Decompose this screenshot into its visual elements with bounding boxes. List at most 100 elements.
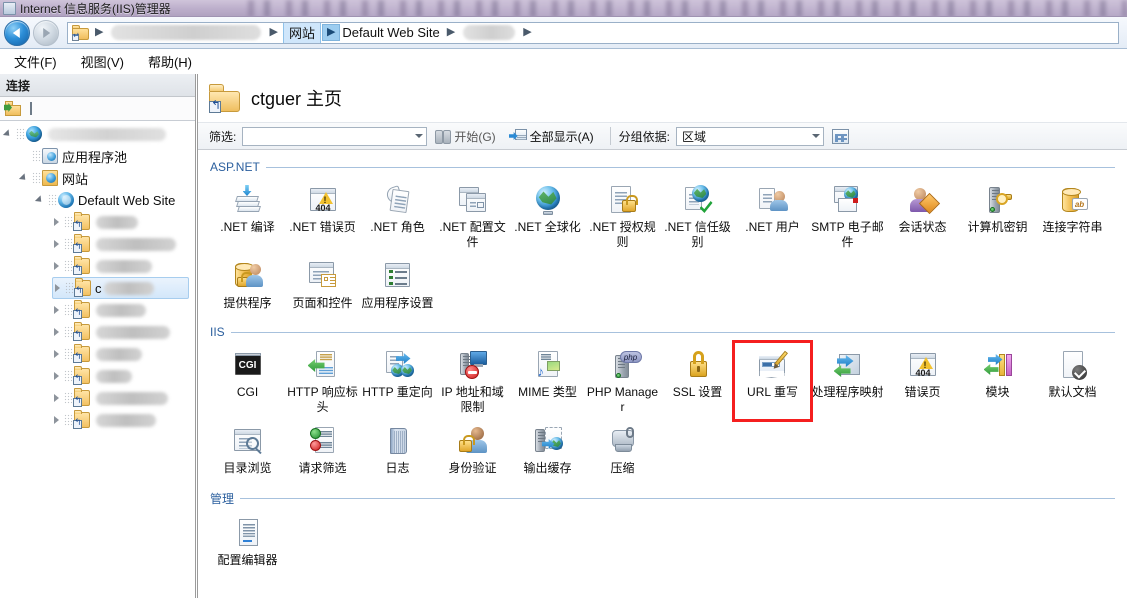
feature-item[interactable]: 压缩 [585,419,660,480]
feature-item-label: CGI [236,385,259,399]
feature-item[interactable]: .NET 配置文件 [435,178,510,254]
feature-item[interactable]: 404 .NET 错误页 [285,178,360,254]
tree-item[interactable] [52,409,189,431]
connect-folder-icon[interactable] [4,101,22,116]
breadcrumb-item-redacted[interactable] [111,25,262,40]
feature-item[interactable]: IP 地址和域限制 [435,343,510,419]
title-bar: Internet 信息服务(IIS)管理器 [0,0,1127,17]
feature-item[interactable]: .NET 角色 [360,178,435,254]
appfolder-icon [73,212,90,231]
tree-item[interactable] [52,299,189,321]
feature-item[interactable]: SSL 设置 [660,343,735,419]
feature-group-header: ASP.NET [210,160,1115,174]
collapse-arrow-icon[interactable] [52,349,62,359]
collapse-arrow-icon[interactable] [53,283,63,293]
breadcrumb-separator-icon[interactable]: ▶ [269,27,277,38]
feature-item[interactable]: 目录浏览 [210,419,285,480]
breadcrumb-separator-icon[interactable]: ▶ [523,27,531,38]
feature-item[interactable]: .NET 用户 [735,178,810,254]
breadcrumb-item-sites[interactable]: 网站 [282,22,321,43]
feature-item[interactable]: SMTP 电子邮件 [810,178,885,254]
feature-item[interactable]: .NET 编译 [210,178,285,254]
collapse-arrow-icon[interactable] [52,393,62,403]
net-authorization-rules-icon [607,184,639,216]
tree-item[interactable] [52,321,189,343]
menu-item-file[interactable]: 文件(F) [4,50,67,73]
filter-input[interactable] [242,126,428,146]
feature-item[interactable]: 输出缓存 [510,419,585,480]
collapse-arrow-icon[interactable] [52,371,62,381]
feature-item[interactable]: 处理程序映射 [810,343,885,419]
feature-item[interactable]: 身份验证 [435,419,510,480]
tree-item[interactable]: 网站 [20,167,189,189]
feature-item-label: .NET 信任级别 [664,220,731,249]
window-title: Internet 信息服务(IIS)管理器 [20,1,171,16]
feature-item[interactable]: 请求筛选 [285,419,360,480]
feature-item[interactable]: 配置编辑器 [210,511,285,572]
breadcrumb[interactable]: ▶ ▶ 网站 ▶ Default Web Site ▶ ▶ [67,21,1119,44]
feature-item[interactable]: 会话状态 [885,178,960,254]
feature-item[interactable]: 模块 [960,343,1035,419]
feature-item[interactable]: 默认文档 [1035,343,1110,419]
feature-item[interactable]: HTTP 响应标头 [285,343,360,419]
feature-item[interactable]: php PHP Manager [585,343,660,419]
tree-item[interactable]: c [52,277,189,299]
feature-item-label: 提供程序 [223,296,272,310]
feature-item[interactable]: ♪ MIME 类型 [510,343,585,419]
connections-tree[interactable]: 应用程序池网站 Default Web Site c [0,121,195,431]
start-filter-button[interactable]: 开始(G) [435,128,501,145]
tree-item[interactable]: 应用程序池 [20,145,189,167]
feature-item[interactable]: 页面和控件 [285,254,360,315]
appfolder-icon [73,300,90,319]
tree-item[interactable] [52,343,189,365]
tree-item[interactable] [52,233,189,255]
collapse-arrow-icon[interactable] [52,305,62,315]
feature-item[interactable]: CGI CGI [210,343,285,419]
collapse-arrow-icon[interactable] [52,415,62,425]
feature-item[interactable]: .NET 授权规则 [585,178,660,254]
collapse-arrow-icon[interactable] [52,261,62,271]
feature-item-label: 目录浏览 [223,461,272,475]
breadcrumb-separator-icon[interactable]: ▶ [447,27,455,38]
expand-arrow-icon[interactable] [36,195,46,205]
feature-item[interactable]: 日志 [360,419,435,480]
feature-item[interactable]: 计算机密钥 [960,178,1035,254]
menu-item-help[interactable]: 帮助(H) [138,50,202,73]
tree-item[interactable] [52,211,189,233]
menu-item-view[interactable]: 视图(V) [71,50,134,73]
chevron-down-icon[interactable] [812,134,821,138]
feature-item-label: .NET 全球化 [514,220,581,234]
view-mode-button[interactable] [832,128,853,144]
tree-item[interactable] [52,387,189,409]
feature-item[interactable]: HTTP 重定向 [360,343,435,419]
breadcrumb-item-redacted[interactable] [463,25,516,40]
feature-item-label: .NET 错误页 [289,220,356,234]
feature-group-header: IIS [210,325,1115,339]
chevron-down-icon[interactable] [415,134,424,138]
feature-item[interactable]: 404 错误页 [885,343,960,419]
show-all-button[interactable]: 全部显示(A) [508,128,594,145]
connections-caret-icon[interactable] [30,102,32,115]
feature-item[interactable]: .NET 全球化 [510,178,585,254]
group-by-select[interactable]: 区域 [676,126,825,146]
feature-item[interactable]: 应用程序设置 [360,254,435,315]
feature-item[interactable]: .NET 信任级别 [660,178,735,254]
tree-item[interactable] [4,123,189,145]
breadcrumb-item-default-web-site[interactable]: Default Web Site [340,25,441,40]
connections-toolbar [0,97,195,121]
tree-item[interactable]: Default Web Site [36,189,189,211]
collapse-arrow-icon[interactable] [52,327,62,337]
tree-item[interactable] [52,365,189,387]
feature-item[interactable]: URL 重写 [732,340,813,422]
feature-item[interactable]: 提供程序 [210,254,285,315]
expand-arrow-icon[interactable] [4,129,14,139]
expand-arrow-icon[interactable] [20,173,30,183]
forward-button[interactable] [33,19,59,46]
tree-item[interactable] [52,255,189,277]
breadcrumb-separator-icon[interactable]: ▶ [321,24,341,41]
collapse-arrow-icon[interactable] [52,217,62,227]
feature-item[interactable]: ab 连接字符串 [1035,178,1110,254]
breadcrumb-separator-icon[interactable]: ▶ [95,27,103,38]
collapse-arrow-icon[interactable] [52,239,62,249]
back-button[interactable] [4,19,30,46]
